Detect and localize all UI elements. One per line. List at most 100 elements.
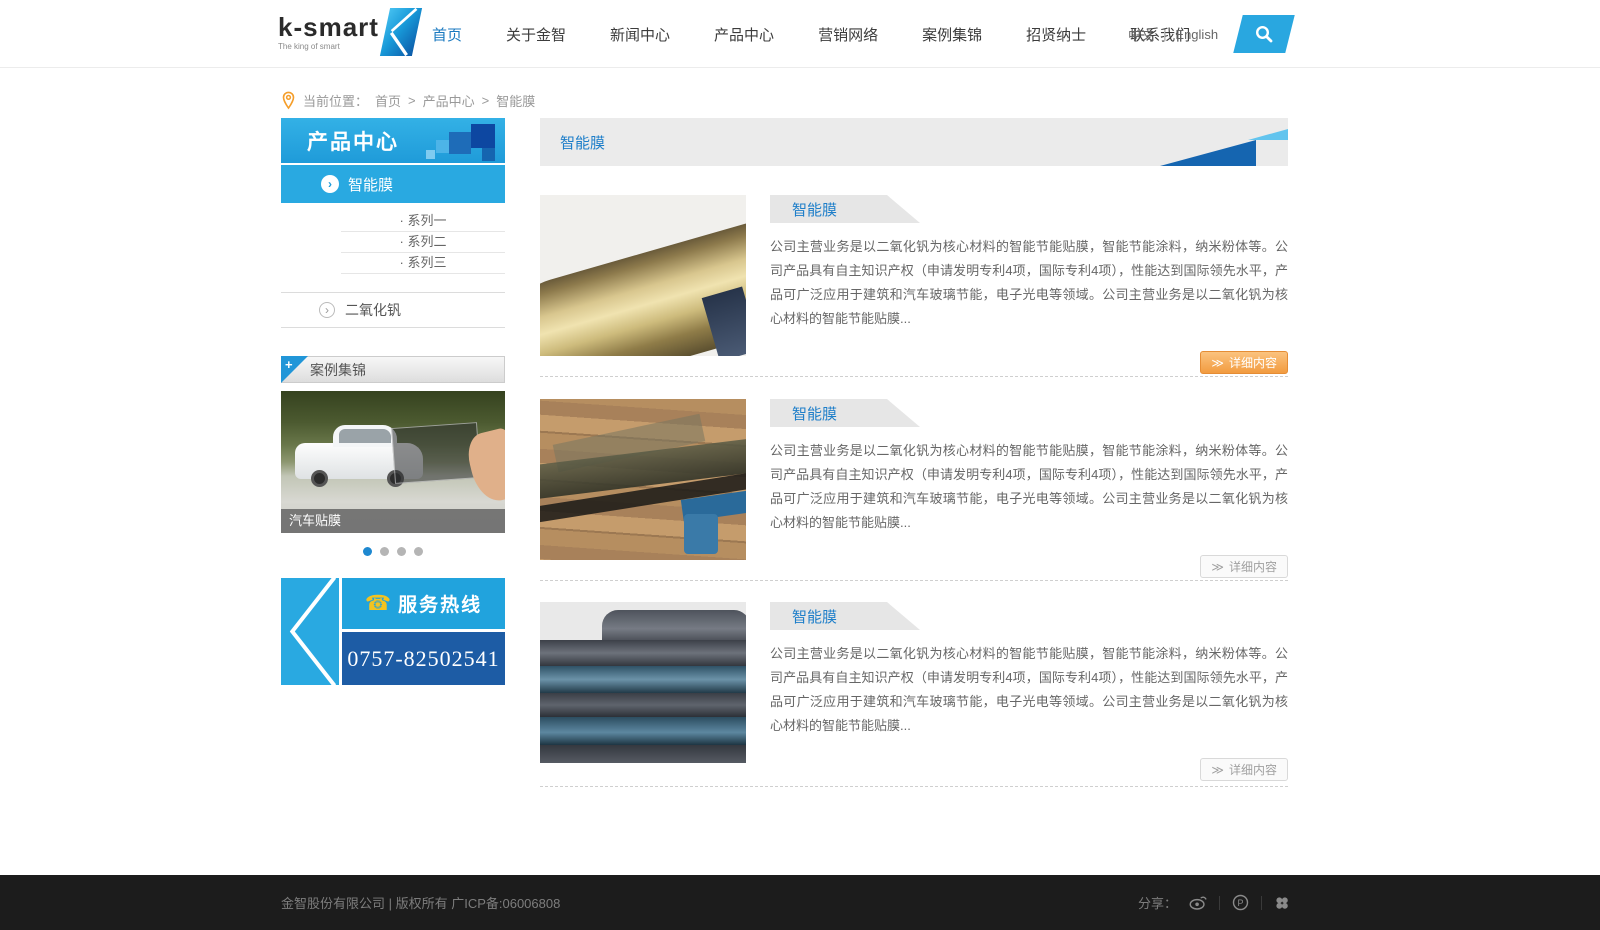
nav-item-products[interactable]: 产品中心 [714,24,774,45]
breadcrumb-section[interactable]: 产品中心 [423,91,475,110]
carousel-dots [281,547,505,556]
search-button[interactable] [1233,15,1294,53]
carousel-dot-1[interactable] [363,547,372,556]
nav-item-news[interactable]: 新闻中心 [610,24,670,45]
product-description: 公司主营业务是以二氧化钒为核心材料的智能节能贴膜，智能节能涂料，纳米粉体等。公司… [770,235,1288,331]
detail-button[interactable]: ≫ 详细内容 [1200,758,1288,781]
hotline-title: 服务热线 [398,590,482,617]
lang-chinese[interactable]: 中文 [1128,25,1154,44]
product-title-tab: 智能膜 [770,399,920,427]
subitem-label: 系列三 [407,255,446,270]
section-header: 智能膜 [540,118,1288,166]
pixel-decoration [436,140,449,153]
product-title: 智能膜 [792,403,837,424]
sidebar-subitem-series1[interactable]: · 系列一 [341,211,505,232]
product-image-gold-film-roll[interactable] [540,195,746,356]
sidebar: 产品中心 › 智能膜 · 系列一 · 系列二 · 系列三 › 二氧化钒 + 案例… [281,118,505,685]
pin-icon[interactable]: P [1232,894,1249,911]
location-pin-icon [281,91,296,110]
triangle-decoration [1160,140,1256,166]
arrow-circle-icon: › [321,175,339,193]
product-title: 智能膜 [792,606,837,627]
carousel-dot-2[interactable] [380,547,389,556]
sidebar-subitem-series2[interactable]: · 系列二 [341,232,505,253]
pixel-decoration [471,124,495,148]
subitem-label: 系列一 [407,213,446,228]
case-caption: 汽车贴膜 [281,509,505,533]
nav-item-careers[interactable]: 招贤纳士 [1026,24,1086,45]
breadcrumb-current[interactable]: 智能膜 [496,91,535,110]
sidebar-item-vanadium-dioxide[interactable]: › 二氧化钒 [281,292,505,328]
lang-separator: | [1163,27,1166,42]
plus-icon: + [285,357,293,372]
logo[interactable]: k-smart The king of smart [278,8,417,56]
sidebar-item-smart-film[interactable]: › 智能膜 [281,165,505,203]
case-carousel-image[interactable]: 汽车贴膜 [281,391,505,533]
breadcrumb-separator: > [482,93,490,108]
nav-item-home[interactable]: 首页 [432,24,462,45]
product-item: 智能膜 公司主营业务是以二氧化钒为核心材料的智能节能贴膜，智能节能涂料，纳米粉体… [540,399,1288,560]
header: k-smart The king of smart 首页 关于金智 新闻中心 产… [0,0,1600,68]
telephone-icon: ☎ [365,591,391,616]
breadcrumb: 当前位置： 首页 > 产品中心 > 智能膜 [281,88,535,112]
pixel-decoration [426,150,435,159]
nav-item-cases[interactable]: 案例集锦 [922,24,982,45]
share-bar: 分享： P [1138,875,1290,930]
breadcrumb-separator: > [408,93,416,108]
case-collection-widget: + 案例集锦 汽车贴膜 [281,356,505,556]
double-arrow-icon: ≫ [1211,356,1224,370]
product-body: 智能膜 公司主营业务是以二氧化钒为核心材料的智能节能贴膜，智能节能涂料，纳米粉体… [770,195,1288,356]
detail-button-label: 详细内容 [1229,558,1277,575]
sub-series-list: · 系列一 · 系列二 · 系列三 [281,203,505,280]
product-image-film-on-wood-floor[interactable] [540,399,746,560]
detail-button[interactable]: ≫ 详细内容 [1200,351,1288,374]
language-switch: 中文 | English [1128,0,1218,68]
nav-item-marketing[interactable]: 营销网络 [818,24,878,45]
product-title: 智能膜 [792,199,837,220]
film-illustration [391,422,481,484]
product-title-tab: 智能膜 [770,602,920,630]
nav-item-about[interactable]: 关于金智 [506,24,566,45]
hotline-right: ☎ 服务热线 0757-82502541 [342,578,505,685]
sidebar-subitem-series3[interactable]: · 系列三 [341,253,505,274]
case-collection-title: 案例集锦 [310,360,366,380]
carousel-dot-4[interactable] [414,547,423,556]
hotline-phone-number: 0757-82502541 [347,646,499,672]
detail-button-label: 详细内容 [1229,354,1277,371]
detail-button[interactable]: ≫ 详细内容 [1200,555,1288,578]
weibo-icon[interactable] [1189,895,1207,910]
film-illustration [684,514,718,554]
detail-button-label: 详细内容 [1229,761,1277,778]
subitem-label: 系列二 [407,234,446,249]
product-description: 公司主营业务是以二氧化钒为核心材料的智能节能贴膜，智能节能涂料，纳米粉体等。公司… [770,439,1288,535]
bullet: · [400,255,404,270]
divider [540,786,1288,787]
hotline-number-bar: 0757-82502541 [342,632,505,685]
divider [540,376,1288,377]
product-body: 智能膜 公司主营业务是以二氧化钒为核心材料的智能节能贴膜，智能节能涂料，纳米粉体… [770,602,1288,763]
icon-separator [1261,896,1262,910]
product-image-dark-film-rolls[interactable] [540,602,746,763]
product-item: 智能膜 公司主营业务是以二氧化钒为核心材料的智能节能贴膜，智能节能涂料，纳米粉体… [540,602,1288,763]
icon-separator [1219,896,1220,910]
pixel-decoration [449,132,471,154]
logo-text-block: k-smart The king of smart [278,14,379,51]
breadcrumb-home[interactable]: 首页 [375,91,401,110]
page: k-smart The king of smart 首页 关于金智 新闻中心 产… [0,0,1600,930]
main-nav: 首页 关于金智 新闻中心 产品中心 营销网络 案例集锦 招贤纳士 联系我们 [432,0,1190,68]
lang-english[interactable]: English [1175,27,1218,42]
product-item: 智能膜 公司主营业务是以二氧化钒为核心材料的智能节能贴膜，智能节能涂料，纳米粉体… [540,195,1288,356]
section-title: 智能膜 [560,132,605,153]
copyright-text: 金智股份有限公司 | 版权所有 广ICP备:06006808 [281,875,560,930]
share-label: 分享： [1138,893,1177,912]
search-icon [1254,24,1274,44]
clover-icon[interactable] [1274,895,1290,911]
k-smart-mark-icon [281,578,339,685]
carousel-dot-3[interactable] [397,547,406,556]
svg-text:P: P [1238,898,1244,908]
divider [540,580,1288,581]
triangle-decoration [1248,129,1288,140]
main-content: 智能膜 智能膜 公司主营业务是以二氧化钒为核心材料的智能节能贴膜，智能节能涂料，… [540,118,1288,166]
product-center-header: 产品中心 [281,118,505,163]
k-smart-logo-icon [380,8,422,56]
